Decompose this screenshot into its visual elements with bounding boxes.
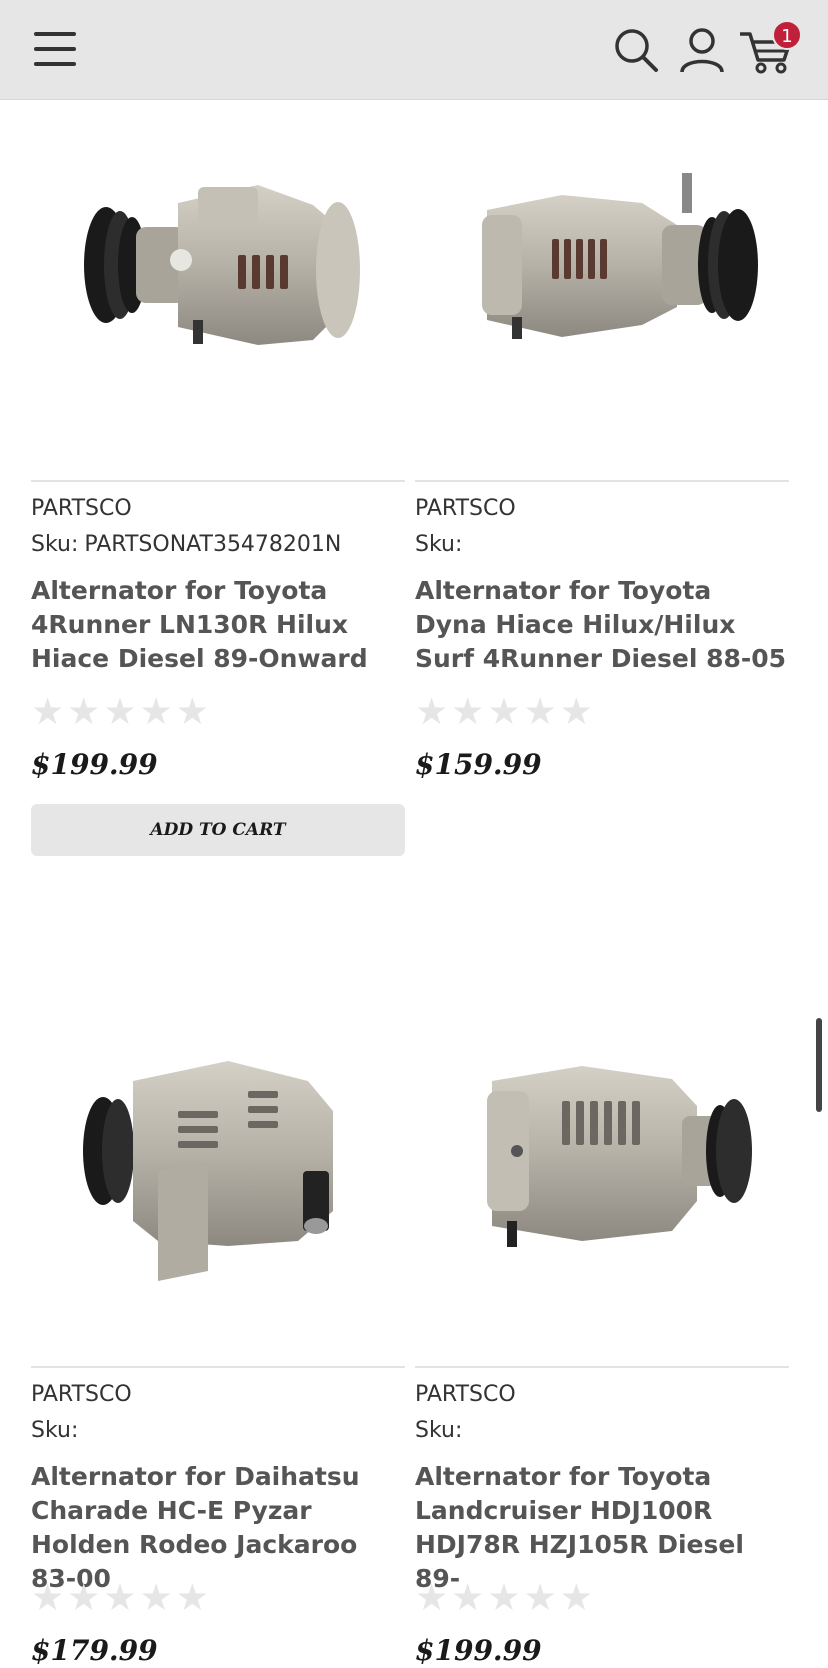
user-icon[interactable] (678, 26, 726, 74)
star-icon: ★ (487, 691, 521, 732)
star-icon: ★ (523, 691, 557, 732)
page-scrollbar[interactable] (816, 1018, 822, 1112)
rating-stars: ★★★★★ (415, 692, 596, 732)
product-card: PARTSCO Sku: Alternator for Toyota Landc… (415, 986, 789, 1668)
product-brand: PARTSCO (31, 1382, 132, 1407)
star-icon: ★ (415, 691, 449, 732)
product-image[interactable] (31, 100, 405, 480)
divider (31, 480, 405, 482)
hamburger-menu-icon[interactable] (34, 32, 76, 66)
star-icon: ★ (451, 691, 485, 732)
product-image[interactable] (415, 100, 789, 480)
product-brand: PARTSCO (415, 1382, 516, 1407)
star-icon: ★ (31, 691, 65, 732)
product-image[interactable] (31, 986, 405, 1366)
star-icon: ★ (487, 1577, 521, 1618)
star-icon: ★ (31, 1577, 65, 1618)
star-icon: ★ (103, 691, 137, 732)
product-price: $199.99 (31, 748, 158, 781)
star-icon: ★ (559, 691, 593, 732)
top-header: 1 (0, 0, 828, 100)
product-title-link[interactable]: Alternator for Toyota Dyna Hiace Hilux/H… (415, 574, 789, 676)
divider (31, 1366, 405, 1368)
divider (415, 1366, 789, 1368)
star-icon: ★ (559, 1577, 593, 1618)
search-icon[interactable] (612, 26, 660, 74)
product-sku: Sku: (415, 532, 463, 557)
product-title-link[interactable]: Alternator for Toyota Landcruiser HDJ100… (415, 1460, 789, 1596)
product-card: PARTSCO Sku: PARTSONAT35478201N Alternato… (31, 100, 405, 860)
product-sku: Sku: (31, 1418, 79, 1443)
cart-count-badge: 1 (772, 20, 802, 50)
star-icon: ★ (175, 691, 209, 732)
product-price: $159.99 (415, 748, 542, 781)
divider (415, 480, 789, 482)
product-price: $179.99 (31, 1634, 158, 1667)
star-icon: ★ (415, 1577, 449, 1618)
rating-stars: ★★★★★ (31, 692, 212, 732)
add-to-cart-button[interactable]: ADD TO CART (31, 804, 405, 856)
product-title-link[interactable]: Alternator for Toyota 4Runner LN130R Hil… (31, 574, 405, 676)
rating-stars: ★★★★★ (31, 1578, 212, 1618)
star-icon: ★ (67, 691, 101, 732)
star-icon: ★ (103, 1577, 137, 1618)
star-icon: ★ (451, 1577, 485, 1618)
product-sku: Sku: (415, 1418, 463, 1443)
product-card: PARTSCO Sku: Alternator for Toyota Dyna … (415, 100, 789, 800)
product-card: PARTSCO Sku: Alternator for Daihatsu Cha… (31, 986, 405, 1668)
product-price: $199.99 (415, 1634, 542, 1667)
rating-stars: ★★★★★ (415, 1578, 596, 1618)
star-icon: ★ (139, 1577, 173, 1618)
product-brand: PARTSCO (415, 496, 516, 521)
star-icon: ★ (139, 691, 173, 732)
product-sku: Sku: PARTSONAT35478201N (31, 532, 342, 557)
product-image[interactable] (415, 986, 789, 1366)
star-icon: ★ (175, 1577, 209, 1618)
product-brand: PARTSCO (31, 496, 132, 521)
star-icon: ★ (523, 1577, 557, 1618)
product-title-link[interactable]: Alternator for Daihatsu Charade HC-E Pyz… (31, 1460, 405, 1596)
star-icon: ★ (67, 1577, 101, 1618)
